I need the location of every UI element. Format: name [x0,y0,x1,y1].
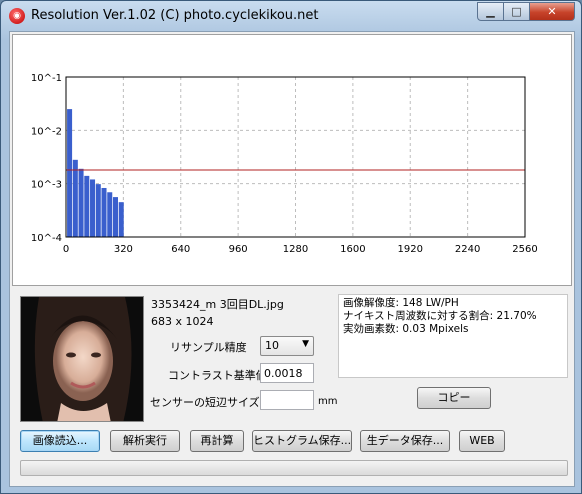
app-logo-icon[interactable]: ◉ [9,8,25,24]
analyze-button[interactable]: 解析実行 [110,430,180,452]
x-tick-label: 1280 [283,244,308,255]
x-tick-label: 2560 [512,244,537,255]
x-tick-label: 960 [229,244,248,255]
x-tick-label: 320 [114,244,133,255]
close-icon: ✕ [547,5,557,18]
recalc-button[interactable]: 再計算 [190,430,244,452]
y-tick-label: 10^-4 [31,233,62,244]
minimize-icon: ▁ [486,5,495,18]
x-tick-label: 1600 [340,244,365,255]
sensor-size-input[interactable] [260,390,314,410]
window-title: Resolution Ver.1.02 (C) photo.cyclekikou… [31,8,319,23]
contrast-input[interactable] [260,363,314,383]
results-panel: 画像解像度: 148 LW/PH ナイキスト周波数に対する割合: 21.70% … [338,294,568,378]
y-tick-label: 10^-3 [31,180,62,191]
portrait-image [21,297,143,421]
chart-bar [72,159,78,237]
photo-thumbnail [20,296,144,422]
app-window: ◉ Resolution Ver.1.02 (C) photo.cyclekik… [0,0,582,494]
chart-bar [78,168,84,237]
close-button[interactable]: ✕ [530,2,575,21]
resample-select[interactable]: 10 ▼ [260,336,314,356]
chart-panel: 0 320 640 960 1280 1600 1920 2240 2560 10^-1 10^-2… [12,34,572,286]
file-name: 3353424_m 3回目DL.jpg [151,298,284,311]
save-raw-data-button[interactable]: 生データ保存... [360,430,450,452]
sensor-unit: mm [318,396,338,407]
progress-bar [20,460,568,476]
resample-value: 10 [265,339,279,352]
load-image-button[interactable]: 画像読込... [20,430,100,452]
chart-bar [112,197,118,237]
contrast-label: コントラスト基準値 [168,369,267,382]
chart-bar [101,187,107,237]
chart-bar [67,109,73,237]
maximize-icon: □ [511,5,522,18]
result-nyquist-ratio: ナイキスト周波数に対する割合: 21.70% [343,310,537,322]
x-tick-label: 0 [63,244,69,255]
save-histogram-button[interactable]: ヒストグラム保存... [252,430,352,452]
copy-button[interactable]: コピー [417,387,491,409]
caption-buttons: ▁ □ ✕ [477,2,575,21]
minimize-button[interactable]: ▁ [477,2,504,21]
image-dimensions: 683 x 1024 [151,315,214,328]
result-effective-pixels: 実効画素数: 0.03 Mpixels [343,323,469,335]
sensor-size-label: センサーの短辺サイズ [150,396,260,409]
resample-label: リサンプル精度 [170,341,247,354]
x-tick-label: 1920 [398,244,423,255]
y-tick-label: 10^-2 [31,126,62,137]
mtf-chart: 0 320 640 960 1280 1600 1920 2240 2560 10^-1 10^-2… [31,73,538,255]
x-tick-label: 640 [171,244,190,255]
chart-bar [107,192,113,237]
maximize-button[interactable]: □ [504,2,530,21]
y-tick-label: 10^-1 [31,73,62,84]
chart-bar [95,184,101,237]
result-resolution: 画像解像度: 148 LW/PH [343,297,459,309]
chevron-down-icon: ▼ [302,339,309,349]
x-tick-label: 2240 [455,244,480,255]
chart-bar [90,179,96,237]
title-bar[interactable]: ◉ Resolution Ver.1.02 (C) photo.cyclekik… [1,1,581,31]
client-area: 0 320 640 960 1280 1600 1920 2240 2560 10^-1 10^-2… [9,31,575,487]
chart-bar [84,175,90,237]
web-button[interactable]: WEB [459,430,505,452]
chart-bar [118,202,124,237]
